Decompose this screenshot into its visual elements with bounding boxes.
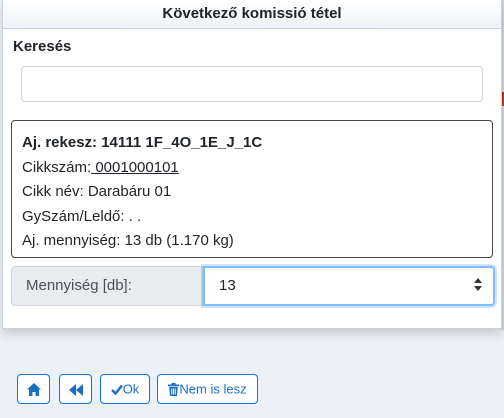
- spinner-arrows[interactable]: [473, 277, 483, 297]
- item-name-line: Cikk név: Darabáru 01: [22, 183, 172, 200]
- cancel-button[interactable]: Nem is lesz: [157, 374, 258, 404]
- quantity-row: Mennyiség [db]: 13: [11, 266, 495, 306]
- search-label: Keresés: [13, 38, 72, 55]
- cancel-label: Nem is lesz: [179, 381, 247, 397]
- home-button[interactable]: [17, 374, 50, 404]
- recommended-qty-line: Aj. mennyiség: 13 db (1.170 kg): [22, 232, 234, 249]
- spinner-up-icon[interactable]: [474, 278, 482, 283]
- trash-icon: [168, 383, 180, 397]
- quantity-value: 13: [219, 277, 236, 294]
- dialog-title: Következő komissió tétel: [3, 0, 501, 29]
- home-icon: [26, 383, 41, 397]
- spinner-down-icon[interactable]: [474, 286, 482, 291]
- commission-dialog: Következő komissió tétel Keresés Aj. rek…: [2, 0, 502, 329]
- quantity-stepper[interactable]: 13: [203, 266, 495, 306]
- article-number: 0001000101: [91, 158, 179, 176]
- rewind-icon: [68, 383, 83, 396]
- search-input[interactable]: [21, 66, 483, 102]
- lot-line: GySzám/Leldő: . .: [22, 207, 142, 225]
- article-line: Cikkszám: 0001000101: [22, 156, 482, 181]
- check-icon: [110, 384, 123, 396]
- item-info-card: Aj. rekesz: 14111 1F_4O_1E_J_1C Cikkszám…: [11, 120, 493, 258]
- ok-label: Ok: [122, 381, 140, 397]
- item-title: Aj. rekesz: 14111 1F_4O_1E_J_1C: [22, 134, 263, 151]
- quantity-label: Mennyiség [db]:: [11, 266, 203, 306]
- ok-button[interactable]: Ok: [100, 374, 150, 404]
- back-button[interactable]: [59, 374, 92, 404]
- article-label: Cikkszám:: [22, 158, 92, 176]
